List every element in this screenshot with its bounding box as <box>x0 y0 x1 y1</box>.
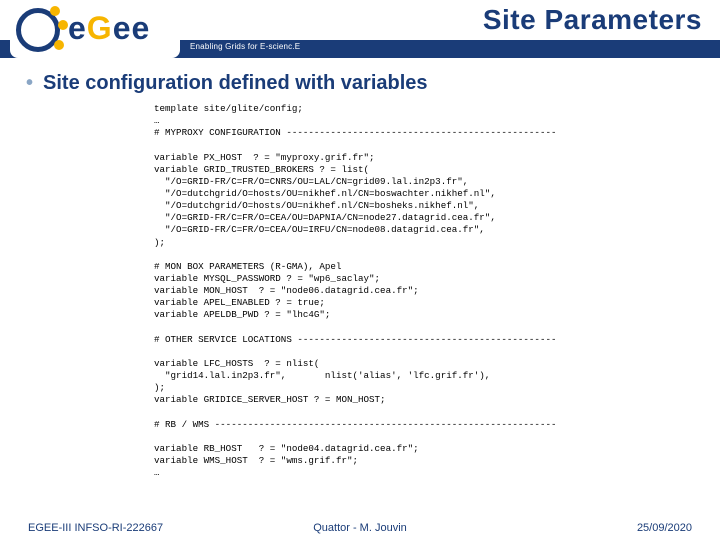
tagline: Enabling Grids for E-scienc.E <box>190 42 300 51</box>
egee-logo: eGee <box>10 2 180 58</box>
logo-text: eGee <box>68 10 150 47</box>
footer-center: Quattor - M. Jouvin <box>313 522 407 534</box>
content-heading: • Site configuration defined with variabl… <box>26 72 694 95</box>
bullet-icon: • <box>26 72 33 94</box>
code-block: template site/glite/config; … # MYPROXY … <box>154 103 694 479</box>
footer-right: 25/09/2020 <box>637 522 692 534</box>
slide-header: eGee Site Parameters Enabling Grids for … <box>0 0 720 60</box>
slide-footer: EGEE-III INFSO-RI-222667 Quattor - M. Jo… <box>0 522 720 534</box>
heading-text: Site configuration defined with variable… <box>43 72 428 94</box>
title-bar: Site Parameters <box>180 0 720 40</box>
page-title: Site Parameters <box>483 4 702 36</box>
footer-left: EGEE-III INFSO-RI-222667 <box>28 522 163 534</box>
slide-content: • Site configuration defined with variabl… <box>0 60 720 479</box>
